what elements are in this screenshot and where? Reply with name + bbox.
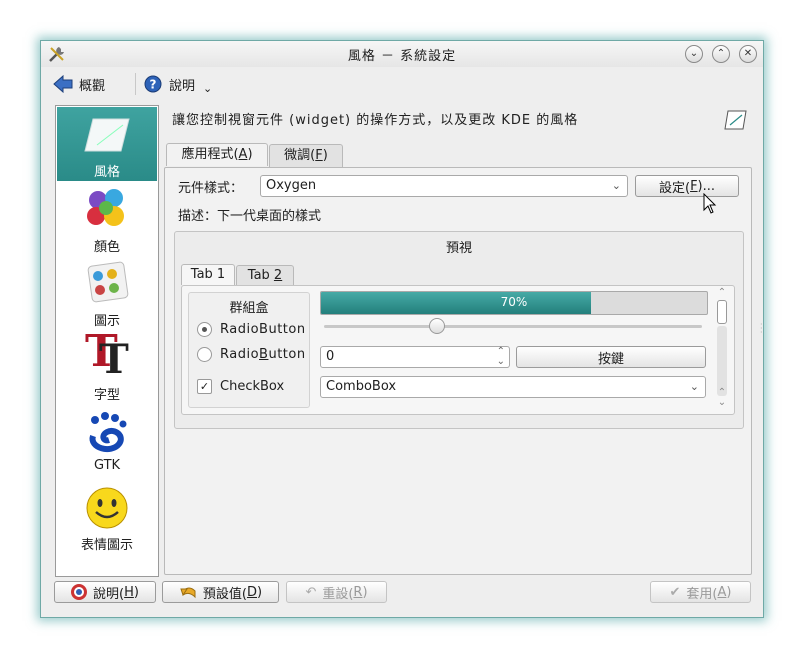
fonts-icon-overlay: T <box>99 336 129 383</box>
widget-style-combobox[interactable]: Oxygen ⌄ <box>260 175 628 197</box>
scroll-down-icon[interactable]: ⌃ ⌄ <box>714 388 730 408</box>
apply-button[interactable]: ✔ 套用(A) <box>650 581 751 603</box>
spinbox-value: 0 <box>326 349 335 364</box>
sidebar-item-label: GTK <box>93 458 121 473</box>
tab-mnemonic: F <box>315 148 323 163</box>
radio-button-1[interactable]: RadioButton <box>197 322 306 337</box>
chevron-down-icon: ⌄ <box>611 179 621 192</box>
radio-checked-icon <box>197 322 212 337</box>
system-settings-window: 風格 － 系統設定 ⌄ ⌃ ✕ 概觀 ? 說明 ⌄ 風格 顏色 圖示 T T 字… <box>40 40 764 618</box>
help-label: 說明 <box>169 78 196 94</box>
minimize-button[interactable]: ⌄ <box>685 45 703 63</box>
progress-text: 70% <box>500 295 528 309</box>
sidebar-item-icons[interactable]: 圖示 <box>57 258 157 330</box>
back-arrow-icon <box>53 75 73 93</box>
checkbox-label: CheckBox <box>220 379 285 394</box>
slider-handle[interactable] <box>429 318 445 334</box>
tab-suffix: ) <box>247 147 253 162</box>
help-menu-button[interactable]: ? 說明 ⌄ <box>144 73 212 95</box>
style-icon <box>84 118 130 152</box>
preview-tab-label: Tab 1 <box>190 267 226 282</box>
tab-fine-tuning[interactable]: 微調(F) <box>269 144 343 167</box>
configure-mnemonic: F <box>690 178 698 194</box>
checkmark-icon: ✔ <box>669 584 681 600</box>
push-button[interactable]: 按鍵 <box>516 346 706 368</box>
progress-bar: 70% <box>320 291 708 315</box>
undo-arrow-icon <box>180 587 196 599</box>
module-style-icon <box>724 110 747 130</box>
radio-label: RadioButton <box>220 347 306 362</box>
svg-text:?: ? <box>150 78 157 92</box>
module-description: 讓您控制視窗元件 (widget) 的操作方式，以及更改 KDE 的風格 <box>172 113 579 128</box>
preview-tab-1[interactable]: Tab 1 <box>181 264 235 285</box>
sidebar-item-label: 表情圖示 <box>80 538 133 553</box>
icons-icon <box>87 261 129 303</box>
spinbox[interactable]: 0 ⌃ ⌄ <box>320 346 510 368</box>
tab-suffix: ) <box>322 148 328 163</box>
tab-label: 應用程式( <box>181 147 239 162</box>
sidebar-item-fonts[interactable]: T T 字型 <box>57 328 157 404</box>
resize-grip[interactable]: · · · <box>760 321 763 337</box>
groupbox-title: 群組盒 <box>229 301 269 316</box>
configure-button[interactable]: 設定(F)... <box>635 175 739 197</box>
sidebar-item-label: 字型 <box>93 388 120 403</box>
sidebar-item-label: 顏色 <box>93 240 120 255</box>
tab-label: 微調( <box>284 148 316 163</box>
help-button[interactable]: 說明(H) <box>54 581 156 603</box>
smiley-icon <box>86 487 128 529</box>
mouse-cursor-icon <box>703 193 717 214</box>
sidebar-item-label: 風格 <box>93 165 120 180</box>
overview-label: 概觀 <box>79 78 106 94</box>
chevron-down-icon: ⌄ <box>689 380 699 393</box>
combobox[interactable]: ComboBox ⌄ <box>320 376 706 398</box>
preview-tab-mnemonic: 2 <box>273 268 283 283</box>
radio-label: RadioButton <box>220 322 306 337</box>
scrollbar-thumb[interactable] <box>717 300 727 324</box>
chevron-down-icon: ⌄ <box>203 81 213 95</box>
sidebar-item-gtk[interactable]: GTK <box>57 406 157 478</box>
title-bar[interactable]: 風格 － 系統設定 ⌄ ⌃ ✕ <box>41 41 763 67</box>
window-title: 風格 － 系統設定 <box>347 49 457 64</box>
radio-unchecked-icon <box>197 347 212 362</box>
widget-style-label: 元件樣式： <box>178 181 244 196</box>
scroll-up-icon[interactable]: ⌃ <box>714 288 730 298</box>
lifebuoy-icon <box>71 584 88 600</box>
reset-icon: ↶ <box>305 584 317 600</box>
scrollbar[interactable]: ⌃ ⌃ ⌄ <box>714 288 730 412</box>
colors-icon <box>87 189 124 226</box>
checkmark-icon: ✓ <box>197 379 212 394</box>
category-sidebar: 風格 顏色 圖示 T T 字型 GTK 表情圖示 <box>55 105 159 577</box>
toolbar-separator <box>135 73 136 95</box>
maximize-button[interactable]: ⌃ <box>712 45 730 63</box>
scrollbar-track <box>717 326 727 396</box>
spin-arrows-icon[interactable]: ⌃ ⌄ <box>497 347 505 367</box>
push-button-label: 按鍵 <box>597 351 624 367</box>
sidebar-item-emoticons[interactable]: 表情圖示 <box>57 482 157 554</box>
preview-area: 預視 Tab 1 Tab 2 群組盒 RadioButton RadioButt… <box>174 231 744 429</box>
configure-suffix: )... <box>697 178 716 194</box>
toolbar: 概觀 ? 說明 ⌄ <box>41 69 763 97</box>
radio-button-2[interactable]: RadioButton <box>197 347 306 362</box>
preview-title: 預視 <box>445 241 472 256</box>
preview-tab-2[interactable]: Tab 2 <box>236 265 294 285</box>
preview-tab-label: Tab <box>247 268 274 283</box>
sidebar-item-style[interactable]: 風格 <box>57 107 157 181</box>
slider-track <box>324 325 702 328</box>
sidebar-item-colors[interactable]: 顏色 <box>57 184 157 256</box>
groupbox: 群組盒 RadioButton RadioButton ✓ CheckBox <box>188 292 310 408</box>
gtk-icon <box>89 412 127 453</box>
widget-style-value: Oxygen <box>266 178 317 193</box>
combobox-value: ComboBox <box>326 379 397 394</box>
overview-button[interactable]: 概觀 <box>53 73 105 95</box>
help-icon: ? <box>144 75 162 93</box>
style-description: 描述：下一代桌面的樣式 <box>178 209 322 224</box>
tab-applications[interactable]: 應用程式(A) <box>166 143 268 166</box>
close-button[interactable]: ✕ <box>739 45 757 63</box>
configure-label: 設定( <box>658 180 691 196</box>
defaults-button[interactable]: 預設值(D) <box>162 581 279 603</box>
checkbox[interactable]: ✓ CheckBox <box>197 379 284 394</box>
preview-tab-panel: 群組盒 RadioButton RadioButton ✓ CheckBox 7… <box>181 285 735 415</box>
reset-button[interactable]: ↶ 重設(R) <box>286 581 387 603</box>
